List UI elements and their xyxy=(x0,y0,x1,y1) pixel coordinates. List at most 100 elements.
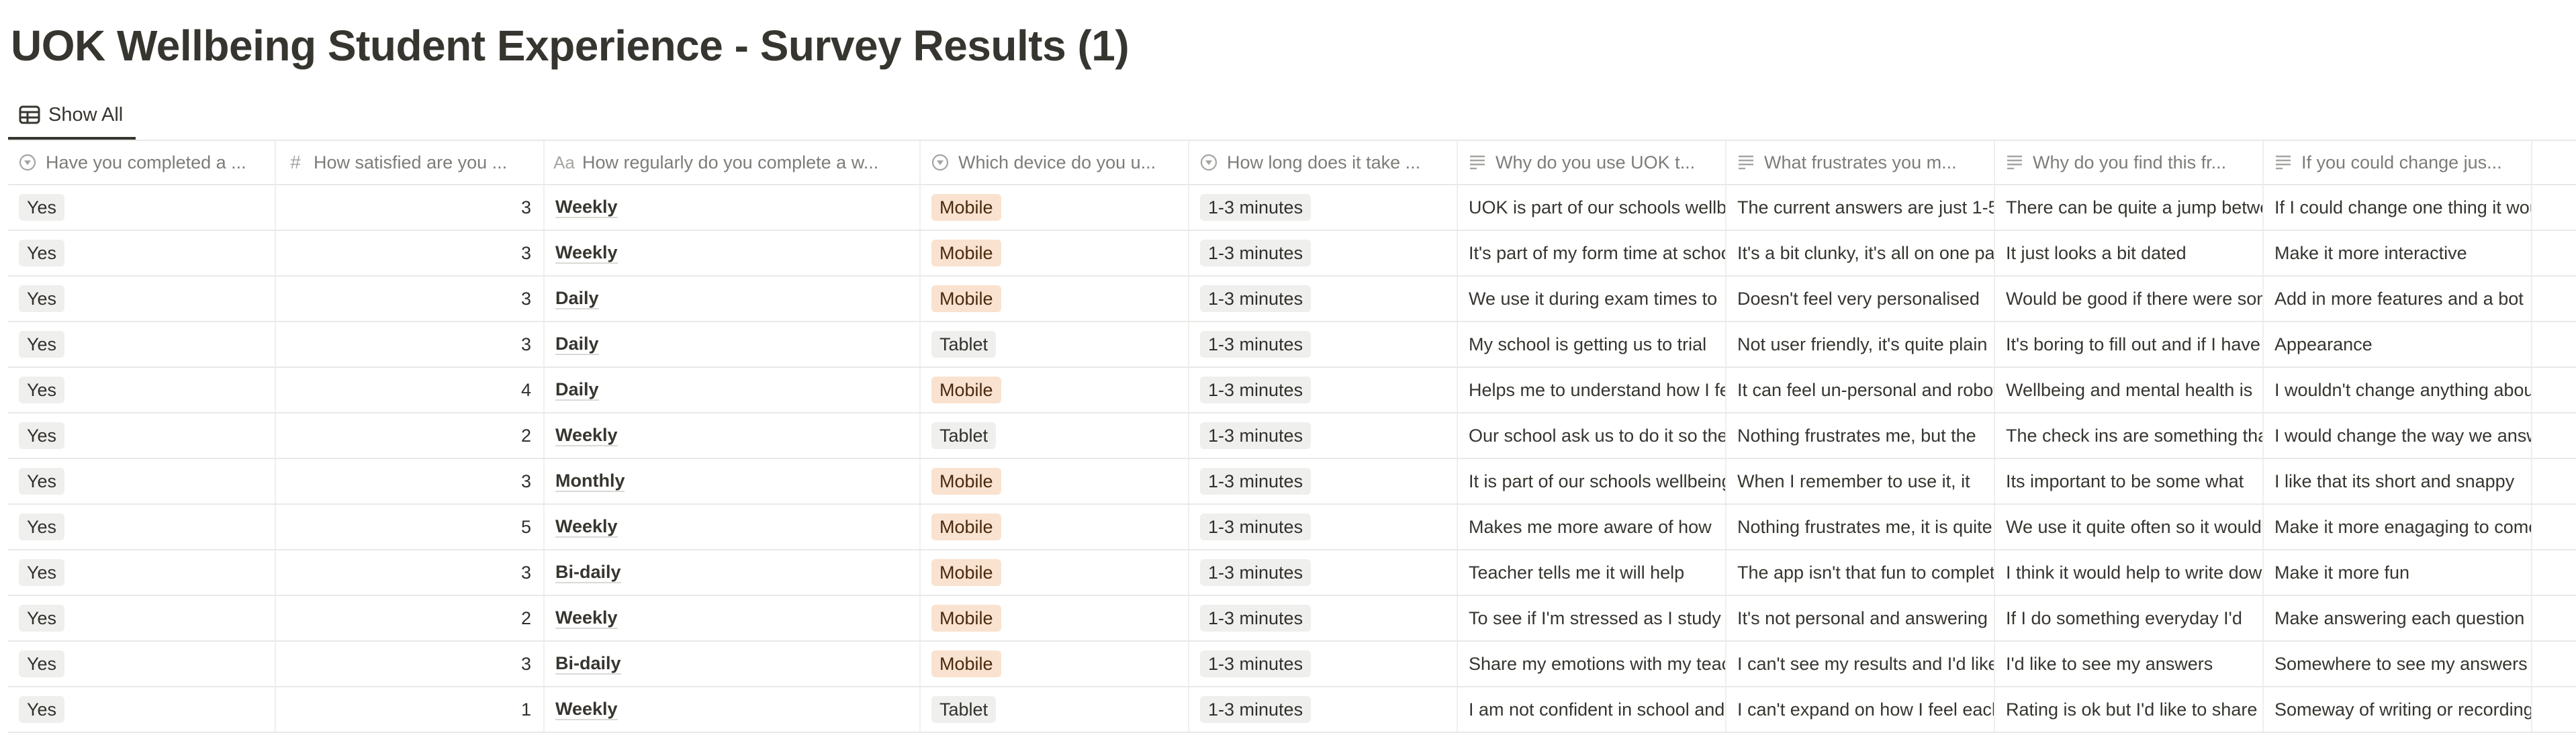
why-frustrating-cell[interactable]: Rating is ok but I'd like to share xyxy=(1995,687,2264,732)
satisfaction-cell[interactable]: 4 xyxy=(276,368,545,412)
row-title-link[interactable]: Monthly xyxy=(555,471,625,492)
why-frustrating-cell[interactable]: I'd like to see my answers xyxy=(1995,642,2264,686)
column-header-8[interactable]: Why do you find this fr... xyxy=(1995,141,2264,184)
column-header-5[interactable]: How long does it take ... xyxy=(1189,141,1458,184)
why-use-cell[interactable]: Teacher tells me it will help xyxy=(1458,550,1727,595)
device-cell[interactable]: Mobile xyxy=(921,185,1189,230)
why-frustrating-cell[interactable]: Wellbeing and mental health is xyxy=(1995,368,2264,412)
duration-cell[interactable]: 1-3 minutes xyxy=(1189,550,1458,595)
why-frustrating-cell[interactable]: I think it would help to write down xyxy=(1995,550,2264,595)
why-use-cell[interactable]: To see if I'm stressed as I study xyxy=(1458,596,1727,640)
duration-cell[interactable]: 1-3 minutes xyxy=(1189,277,1458,321)
table-row[interactable]: Yes 2 Weekly Mobile 1-3 minutes To see if I'm… xyxy=(8,596,2576,642)
device-cell[interactable]: Mobile xyxy=(921,459,1189,503)
frequency-cell[interactable]: Monthly xyxy=(545,459,921,503)
change-cell[interactable]: Make answering each question xyxy=(2264,596,2532,640)
table-row[interactable]: Yes 4 Daily Mobile 1-3 minutes Helps me to un… xyxy=(8,368,2576,413)
change-cell[interactable]: Appearance xyxy=(2264,322,2532,366)
satisfaction-cell[interactable]: 3 xyxy=(276,185,545,230)
completed-cell[interactable]: Yes xyxy=(8,459,276,503)
row-title-link[interactable]: Daily xyxy=(555,379,599,401)
change-cell[interactable]: I would change the way we answer xyxy=(2264,413,2532,458)
device-cell[interactable]: Mobile xyxy=(921,642,1189,686)
frustrates-cell[interactable]: It's not personal and answering xyxy=(1727,596,1995,640)
why-use-cell[interactable]: UOK is part of our schools wellbeing xyxy=(1458,185,1727,230)
column-header-7[interactable]: What frustrates you m... xyxy=(1727,141,1995,184)
table-row[interactable]: Yes 3 Bi-daily Mobile 1-3 minutes Teacher tel… xyxy=(8,550,2576,596)
row-title-link[interactable]: Weekly xyxy=(555,607,618,629)
why-use-cell[interactable]: Makes me more aware of how xyxy=(1458,505,1727,549)
change-cell[interactable]: Somewhere to see my answers xyxy=(2264,642,2532,686)
duration-cell[interactable]: 1-3 minutes xyxy=(1189,413,1458,458)
device-cell[interactable]: Mobile xyxy=(921,550,1189,595)
completed-cell[interactable]: Yes xyxy=(8,413,276,458)
row-title-link[interactable]: Daily xyxy=(555,334,599,355)
frequency-cell[interactable]: Weekly xyxy=(545,687,921,732)
frequency-cell[interactable]: Weekly xyxy=(545,185,921,230)
why-use-cell[interactable]: Share my emotions with my teacher xyxy=(1458,642,1727,686)
duration-cell[interactable]: 1-3 minutes xyxy=(1189,322,1458,366)
frequency-cell[interactable]: Bi-daily xyxy=(545,642,921,686)
why-use-cell[interactable]: We use it during exam times to xyxy=(1458,277,1727,321)
device-cell[interactable]: Tablet xyxy=(921,322,1189,366)
table-row[interactable]: Yes 5 Weekly Mobile 1-3 minutes Makes me more… xyxy=(8,505,2576,550)
table-row[interactable]: Yes 2 Weekly Tablet 1-3 minutes Our school as… xyxy=(8,413,2576,459)
frustrates-cell[interactable]: Doesn't feel very personalised xyxy=(1727,277,1995,321)
row-title-link[interactable]: Weekly xyxy=(555,699,618,720)
table-row[interactable]: Yes 3 Bi-daily Mobile 1-3 minutes Share my em… xyxy=(8,642,2576,687)
column-header-4[interactable]: Which device do you u... xyxy=(921,141,1189,184)
frustrates-cell[interactable]: Nothing frustrates me, it is quite xyxy=(1727,505,1995,549)
frequency-cell[interactable]: Bi-daily xyxy=(545,550,921,595)
change-cell[interactable]: Make it more enagaging to come xyxy=(2264,505,2532,549)
frustrates-cell[interactable]: When I remember to use it, it xyxy=(1727,459,1995,503)
change-cell[interactable]: Make it more interactive xyxy=(2264,231,2532,275)
device-cell[interactable]: Mobile xyxy=(921,505,1189,549)
completed-cell[interactable]: Yes xyxy=(8,642,276,686)
completed-cell[interactable]: Yes xyxy=(8,368,276,412)
frustrates-cell[interactable]: Not user friendly, it's quite plain xyxy=(1727,322,1995,366)
frustrates-cell[interactable]: Nothing frustrates me, but the xyxy=(1727,413,1995,458)
device-cell[interactable]: Mobile xyxy=(921,368,1189,412)
why-frustrating-cell[interactable]: There can be quite a jump between xyxy=(1995,185,2264,230)
frequency-cell[interactable]: Weekly xyxy=(545,596,921,640)
why-use-cell[interactable]: It is part of our schools wellbeing xyxy=(1458,459,1727,503)
row-title-link[interactable]: Weekly xyxy=(555,425,618,446)
column-header-6[interactable]: Why do you use UOK t... xyxy=(1458,141,1727,184)
why-use-cell[interactable]: Our school ask us to do it so the xyxy=(1458,413,1727,458)
why-frustrating-cell[interactable]: Would be good if there were some xyxy=(1995,277,2264,321)
device-cell[interactable]: Mobile xyxy=(921,231,1189,275)
why-use-cell[interactable]: It's part of my form time at school xyxy=(1458,231,1727,275)
change-cell[interactable]: If I could change one thing it would xyxy=(2264,185,2532,230)
why-use-cell[interactable]: My school is getting us to trial xyxy=(1458,322,1727,366)
satisfaction-cell[interactable]: 3 xyxy=(276,277,545,321)
satisfaction-cell[interactable]: 3 xyxy=(276,550,545,595)
completed-cell[interactable]: Yes xyxy=(8,277,276,321)
satisfaction-cell[interactable]: 3 xyxy=(276,642,545,686)
duration-cell[interactable]: 1-3 minutes xyxy=(1189,687,1458,732)
change-cell[interactable]: Make it more fun xyxy=(2264,550,2532,595)
duration-cell[interactable]: 1-3 minutes xyxy=(1189,231,1458,275)
change-cell[interactable]: Someway of writing or recording xyxy=(2264,687,2532,732)
row-title-link[interactable]: Weekly xyxy=(555,197,618,218)
row-title-link[interactable]: Bi-daily xyxy=(555,562,621,583)
why-frustrating-cell[interactable]: It's boring to fill out and if I have xyxy=(1995,322,2264,366)
satisfaction-cell[interactable]: 3 xyxy=(276,459,545,503)
device-cell[interactable]: Tablet xyxy=(921,413,1189,458)
row-title-link[interactable]: Weekly xyxy=(555,516,618,538)
satisfaction-cell[interactable]: 5 xyxy=(276,505,545,549)
completed-cell[interactable]: Yes xyxy=(8,322,276,366)
satisfaction-cell[interactable]: 2 xyxy=(276,596,545,640)
device-cell[interactable]: Mobile xyxy=(921,277,1189,321)
table-row[interactable]: Yes 3 Daily Tablet 1-3 minutes My school is g… xyxy=(8,322,2576,368)
frequency-cell[interactable]: Daily xyxy=(545,368,921,412)
frustrates-cell[interactable]: I can't expand on how I feel each xyxy=(1727,687,1995,732)
table-row[interactable]: Yes 1 Weekly Tablet 1-3 minutes I am not conf… xyxy=(8,687,2576,733)
change-cell[interactable]: I like that its short and snappy xyxy=(2264,459,2532,503)
satisfaction-cell[interactable]: 1 xyxy=(276,687,545,732)
change-cell[interactable]: Add in more features and a bot xyxy=(2264,277,2532,321)
duration-cell[interactable]: 1-3 minutes xyxy=(1189,505,1458,549)
row-title-link[interactable]: Daily xyxy=(555,288,599,309)
why-use-cell[interactable]: I am not confident in school and xyxy=(1458,687,1727,732)
device-cell[interactable]: Tablet xyxy=(921,687,1189,732)
satisfaction-cell[interactable]: 2 xyxy=(276,413,545,458)
